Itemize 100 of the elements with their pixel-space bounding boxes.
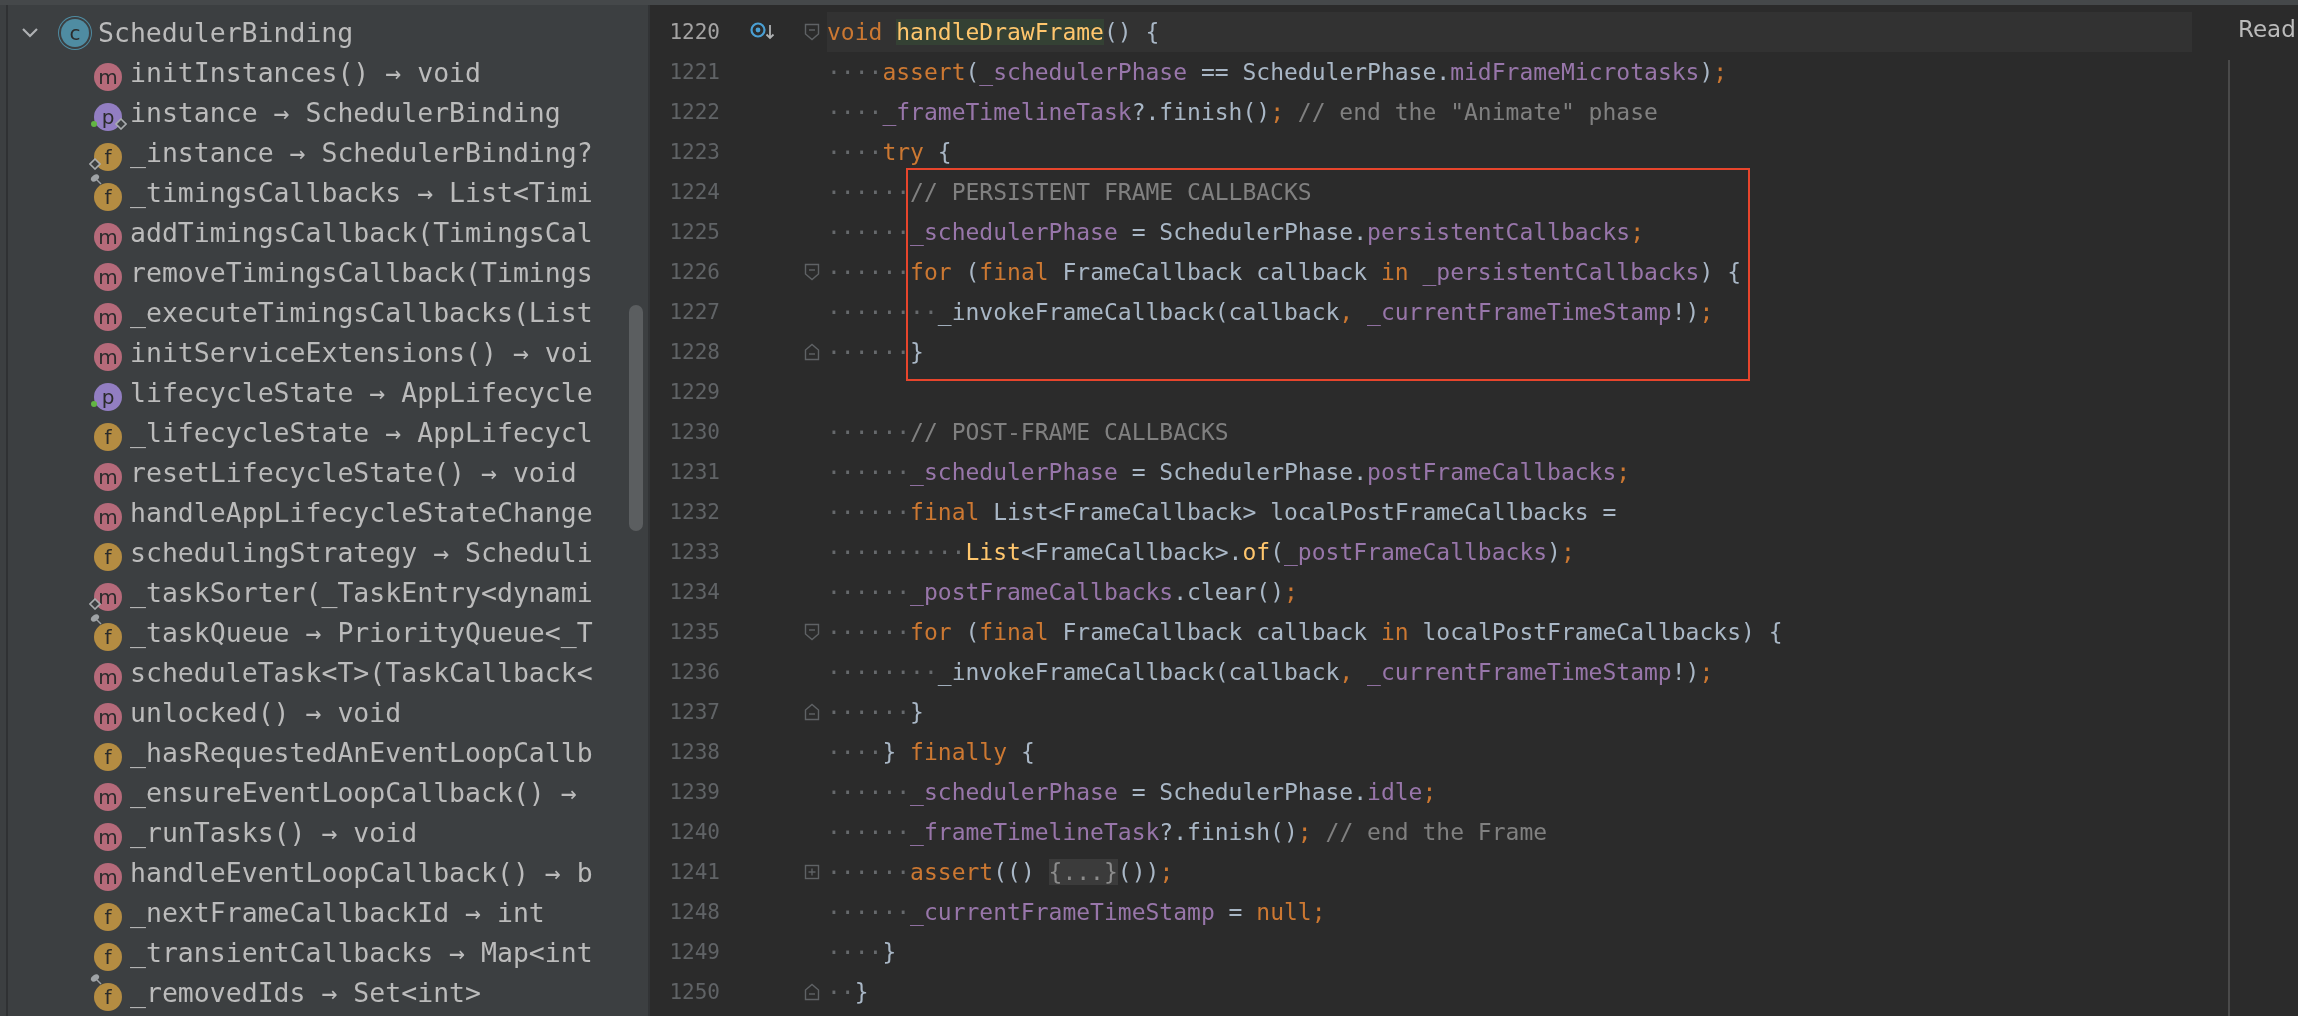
- tree-item[interactable]: _lifecycleState → AppLifecycl: [130, 417, 593, 449]
- kind-badge: m: [94, 503, 122, 531]
- tree-item[interactable]: handleEventLoopCallback() → b: [130, 857, 593, 889]
- collapse-icon[interactable]: [804, 343, 820, 361]
- tree-item[interactable]: schedulingStrategy → Scheduli: [130, 537, 593, 569]
- line-number: 1250: [668, 979, 720, 1006]
- line-number: 1233: [668, 539, 720, 566]
- line-number: 1236: [668, 659, 720, 686]
- kind-badge: f: [94, 423, 122, 451]
- kind-badge: f: [94, 943, 122, 971]
- tree-item[interactable]: _executeTimingsCallbacks(List: [130, 297, 593, 329]
- kind-badge: m: [94, 783, 122, 811]
- collapse-icon[interactable]: [804, 983, 820, 1001]
- tree-item[interactable]: lifecycleState → AppLifecycle: [130, 377, 593, 409]
- line-number: 1249: [668, 939, 720, 966]
- tree-item[interactable]: addTimingsCallback(TimingsCal: [130, 217, 593, 249]
- code-line: ······assert(() {...}());: [827, 858, 1175, 887]
- tree-item[interactable]: scheduleTask<T>(TaskCallback<: [130, 657, 593, 689]
- line-number: 1221: [668, 59, 720, 86]
- collapse-icon[interactable]: [804, 23, 820, 41]
- code-line: ········_invokeFrameCallback(callback, _currentFrameTimeStamp!);: [827, 658, 1715, 688]
- code-line: ······_schedulerPhase = SchedulerPhase.persistentCallbacks;: [827, 218, 1646, 248]
- kind-badge: c: [61, 19, 89, 47]
- tree-item[interactable]: removeTimingsCallback(Timings: [130, 257, 593, 289]
- tree-item[interactable]: initInstances() → void: [130, 57, 481, 89]
- line-number: 1239: [668, 779, 720, 806]
- kind-badge: f: [94, 903, 122, 931]
- kind-badge: m: [94, 263, 122, 291]
- tree-item[interactable]: resetLifecycleState() → void: [130, 457, 577, 489]
- kind-badge: f: [94, 143, 122, 171]
- code-line: ······final List<FrameCallback> localPostFrameCallbacks =: [827, 498, 1618, 527]
- line-number: 1222: [668, 99, 720, 126]
- tree-item[interactable]: _runTasks() → void: [130, 817, 418, 849]
- code-line: ····try {: [827, 138, 953, 167]
- code-line: ······}: [827, 698, 925, 727]
- line-number: 1240: [668, 819, 720, 846]
- expand-icon[interactable]: [804, 864, 820, 880]
- code-line: ····_frameTimelineTask?.finish(); // end the "Animate" phase: [827, 98, 1659, 128]
- line-number: 1223: [668, 139, 720, 166]
- line-number: 1229: [668, 379, 720, 406]
- code-line: ······for (final FrameCallback callback in localPostFrameCallbacks) {: [827, 618, 1784, 647]
- line-number: 1237: [668, 699, 720, 726]
- line-number: 1230: [668, 419, 720, 446]
- scrollbar-thumb[interactable]: [629, 305, 643, 531]
- tree-item[interactable]: _taskQueue → PriorityQueue<_T: [130, 617, 593, 649]
- kind-badge: m: [94, 303, 122, 331]
- code-line: ······// PERSISTENT FRAME CALLBACKS: [827, 178, 1313, 207]
- tree-item[interactable]: _removedIds → Set<int>: [130, 977, 481, 1009]
- line-number: 1234: [668, 579, 720, 606]
- kind-badge: m: [94, 703, 122, 731]
- kind-badge: f: [94, 623, 122, 651]
- tree-item[interactable]: instance → SchedulerBinding: [130, 97, 561, 129]
- line-number: 1232: [668, 499, 720, 526]
- kind-badge: m: [94, 223, 122, 251]
- kind-badge: f: [94, 543, 122, 571]
- kind-badge: f: [94, 743, 122, 771]
- line-number: 1238: [668, 739, 720, 766]
- line-number: 1226: [668, 259, 720, 286]
- line-number: 1248: [668, 899, 720, 926]
- kind-badge: m: [94, 863, 122, 891]
- line-number: 1220: [668, 19, 720, 46]
- code-line: ······_currentFrameTimeStamp = null;: [827, 898, 1327, 928]
- tree-item[interactable]: _transientCallbacks → Map<int: [130, 937, 593, 969]
- line-number: 1224: [668, 179, 720, 206]
- code-line: ····}: [827, 938, 898, 967]
- collapse-icon[interactable]: [804, 263, 820, 281]
- kind-badge: f: [94, 183, 122, 211]
- tree-item[interactable]: _instance → SchedulerBinding?: [130, 137, 593, 169]
- tree-item[interactable]: handleAppLifecycleStateChange: [130, 497, 593, 529]
- code-line: ······}: [827, 338, 925, 367]
- kind-badge: m: [94, 63, 122, 91]
- kind-badge: m: [94, 463, 122, 491]
- kind-badge: m: [94, 343, 122, 371]
- tree-item[interactable]: _timingsCallbacks → List<Timi: [130, 177, 593, 209]
- code-line: ······// POST-FRAME CALLBACKS: [827, 418, 1230, 447]
- line-number: 1225: [668, 219, 720, 246]
- tree-item[interactable]: initServiceExtensions() → voi: [130, 337, 593, 369]
- code-line: ····assert(_schedulerPhase == SchedulerPhase.midFrameMicrotasks);: [827, 58, 1729, 88]
- chevron-down-icon[interactable]: [21, 27, 39, 39]
- corner-label[interactable]: Read: [2238, 16, 2296, 42]
- code-line: ······_frameTimelineTask?.finish(); // end the Frame: [827, 818, 1549, 848]
- code-line: ······_schedulerPhase = SchedulerPhase.idle;: [827, 778, 1438, 808]
- tree-item[interactable]: SchedulerBinding: [98, 17, 354, 49]
- kind-badge: p: [94, 383, 122, 411]
- code-line: ··········List<FrameCallback>.of(_postFrameCallbacks);: [827, 538, 1576, 568]
- line-number: 1241: [668, 859, 720, 886]
- line-number: 1235: [668, 619, 720, 646]
- kind-badge: f: [94, 983, 122, 1011]
- tree-item[interactable]: _nextFrameCallbackId → int: [130, 897, 545, 929]
- collapse-icon[interactable]: [804, 623, 820, 641]
- tree-item[interactable]: unlocked() → void: [130, 697, 402, 729]
- kind-badge: p: [94, 103, 122, 131]
- collapse-icon[interactable]: [804, 703, 820, 721]
- code-line: ······_postFrameCallbacks.clear();: [827, 578, 1299, 608]
- tree-item[interactable]: _hasRequestedAnEventLoopCallb: [130, 737, 593, 769]
- code-line: ····} finally {: [827, 738, 1036, 767]
- code-line: ··}: [827, 978, 870, 1007]
- kind-badge: m: [94, 663, 122, 691]
- tree-item[interactable]: _ensureEventLoopCallback() →: [130, 777, 577, 809]
- tree-item[interactable]: _taskSorter(_TaskEntry<dynami: [130, 577, 593, 609]
